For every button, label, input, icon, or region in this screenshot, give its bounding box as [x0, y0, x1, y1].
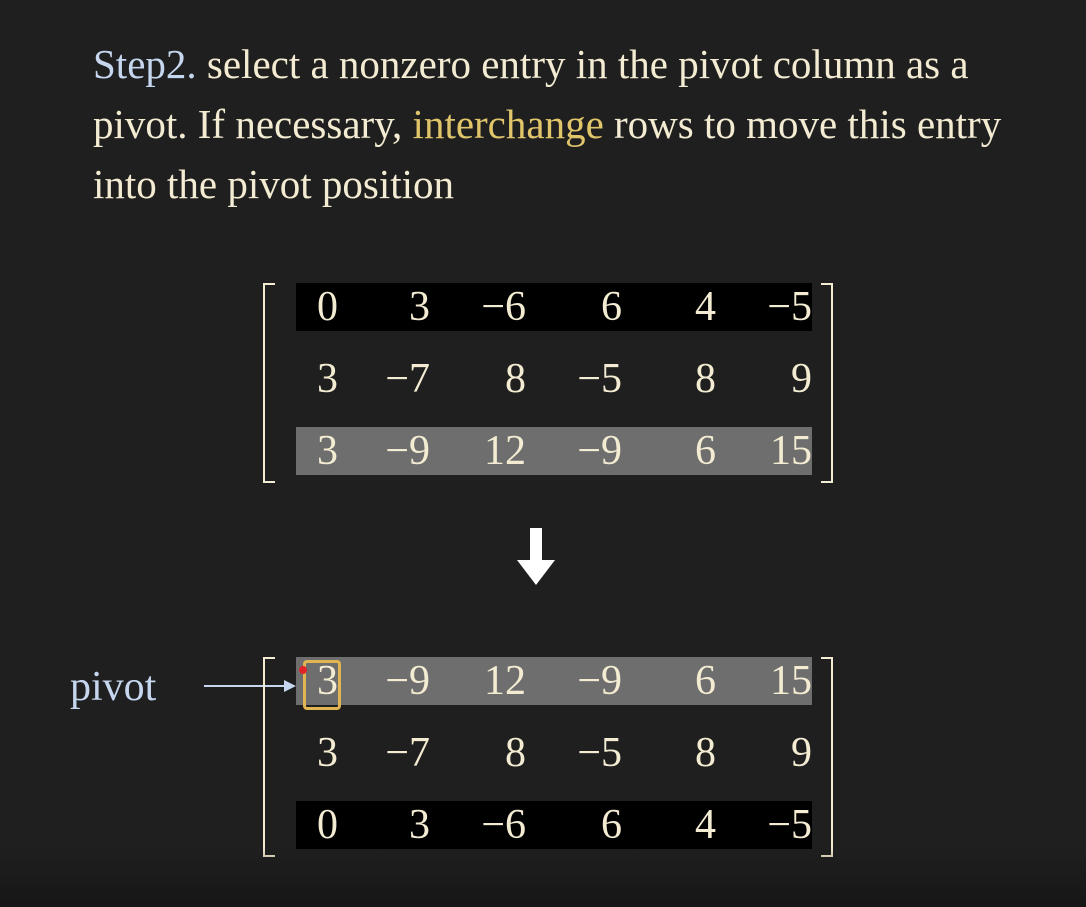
matrix-cell: −7: [385, 730, 430, 776]
matrix-cell: 12: [484, 428, 526, 474]
matrix-cell: −9: [385, 658, 430, 704]
matrix-cell: −6: [481, 284, 526, 330]
right-bracket: [821, 283, 833, 483]
matrix-before: 0 3 −6 6 4 −5 3 −7 8 −5 8 9 3 −9 12 −9 6…: [263, 283, 833, 487]
matrix-row-3: 0 3 −6 6 4 −5: [296, 801, 812, 849]
matrix-row-1: 3 −9 12 −9 6 15: [296, 657, 812, 705]
matrix-cell: −7: [385, 356, 430, 402]
matrix-cell: 8: [505, 356, 526, 402]
matrix-row-1: 0 3 −6 6 4 −5: [296, 283, 812, 331]
interchange-highlight: interchange: [412, 101, 604, 147]
matrix-cell: 6: [601, 284, 622, 330]
matrix-cell: −5: [767, 802, 812, 848]
bottom-fade: [0, 847, 1086, 907]
left-bracket: [263, 283, 275, 483]
matrix-cell: 9: [791, 356, 812, 402]
matrix-cell: 6: [695, 428, 716, 474]
matrix-cell: 8: [695, 730, 716, 776]
matrix-cell: −9: [577, 428, 622, 474]
matrix-cell: 4: [695, 802, 716, 848]
pivot-highlight-box: [303, 660, 341, 710]
matrix-cell: 8: [505, 730, 526, 776]
matrix-row-3: 3 −9 12 −9 6 15: [296, 427, 812, 475]
pointer-dot: [299, 666, 307, 674]
matrix-cell: −5: [767, 284, 812, 330]
step-description: Step2. select a nonzero entry in the piv…: [93, 34, 1063, 214]
matrix-cell: 4: [695, 284, 716, 330]
matrix-cell: 6: [695, 658, 716, 704]
matrix-cell: 0: [317, 284, 338, 330]
matrix-after: 3 −9 12 −9 6 15 3 −7 8 −5 8 9 0 3 −6 6 4…: [263, 657, 833, 861]
matrix-cell: −5: [577, 730, 622, 776]
pivot-label: pivot: [70, 664, 157, 710]
matrix-cell: 8: [695, 356, 716, 402]
matrix-row-2: 3 −7 8 −5 8 9: [296, 729, 812, 777]
step-label: Step2.: [93, 41, 197, 87]
matrix-cell: 3: [317, 428, 338, 474]
matrix-cell: 3: [409, 284, 430, 330]
matrix-cell: 3: [317, 356, 338, 402]
left-bracket: [263, 657, 275, 857]
down-arrow-icon: [517, 528, 555, 585]
matrix-cell: 3: [317, 730, 338, 776]
matrix-cell: −6: [481, 802, 526, 848]
matrix-cell: 6: [601, 802, 622, 848]
matrix-cell: −9: [577, 658, 622, 704]
right-bracket: [821, 657, 833, 857]
matrix-cell: 15: [770, 428, 812, 474]
matrix-cell: 9: [791, 730, 812, 776]
matrix-cell: −9: [385, 428, 430, 474]
matrix-cell: 15: [770, 658, 812, 704]
matrix-cell: 12: [484, 658, 526, 704]
matrix-cell: −5: [577, 356, 622, 402]
matrix-cell: 0: [317, 802, 338, 848]
matrix-cell: 3: [409, 802, 430, 848]
matrix-row-2: 3 −7 8 −5 8 9: [296, 355, 812, 403]
